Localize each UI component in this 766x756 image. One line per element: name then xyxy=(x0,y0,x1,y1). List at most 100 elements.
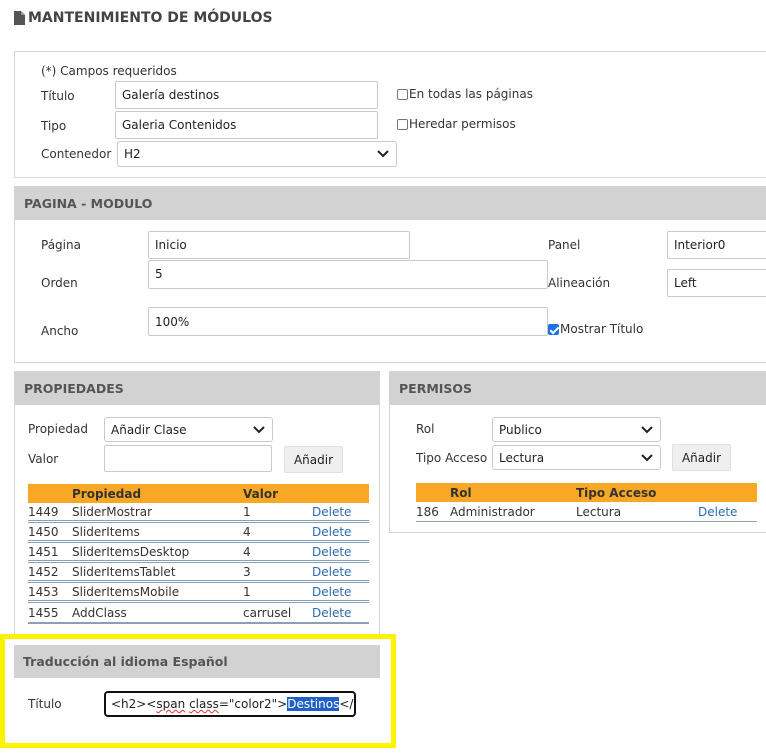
orden-input[interactable]: 5 xyxy=(148,260,548,289)
row-propiedad: AddClass xyxy=(72,606,127,620)
table-row: 1453 SliderItemsMobile 1 Delete xyxy=(28,583,369,603)
row-valor: 3 xyxy=(243,564,251,579)
alineacion-label: Alineación xyxy=(548,276,611,290)
row-valor: carrusel xyxy=(243,606,292,620)
tipo-label: Tipo xyxy=(41,119,67,133)
row-id: 1450 xyxy=(28,524,59,539)
delete-link[interactable]: Delete xyxy=(698,505,737,519)
panel-input[interactable]: Interior0 xyxy=(667,231,766,259)
rol-value: Publico xyxy=(499,422,542,437)
tipo-acceso-select[interactable]: Lectura xyxy=(492,445,661,470)
row-id: 1455 xyxy=(28,606,59,620)
row-tipo-acceso: Lectura xyxy=(576,504,622,519)
traduccion-titulo-input[interactable]: <h2><span class="color2">Destinos</spam xyxy=(104,691,356,717)
row-id: 1453 xyxy=(28,584,59,599)
todas-paginas-checkbox[interactable]: En todas las páginas xyxy=(397,87,533,101)
pagina-label: Página xyxy=(41,238,81,252)
propiedades-header: PROPIEDADES xyxy=(15,372,379,405)
page-title: MANTENIMIENTO DE MÓDULOS xyxy=(14,10,273,26)
rol-label: Rol xyxy=(416,422,435,436)
propiedades-table-header: Propiedad Valor xyxy=(28,484,369,503)
row-valor: 4 xyxy=(243,544,251,559)
row-id: 186 xyxy=(416,504,439,519)
tipo-input[interactable]: Galeria Contenidos xyxy=(115,111,378,139)
contenedor-select[interactable]: H2 xyxy=(117,141,397,167)
chevron-down-icon xyxy=(641,453,653,461)
table-row: 1452 SliderItemsTablet 3 Delete xyxy=(28,563,369,583)
row-id: 1449 xyxy=(28,504,59,519)
row-propiedad: SliderItemsTablet xyxy=(72,564,176,579)
delete-link[interactable]: Delete xyxy=(312,585,351,599)
orden-label: Orden xyxy=(41,276,78,290)
alineacion-input[interactable]: Left xyxy=(667,269,766,297)
propiedad-label: Propiedad xyxy=(28,422,88,436)
permisos-title: PERMISOS xyxy=(399,381,473,396)
delete-link[interactable]: Delete xyxy=(312,565,351,579)
propiedad-add-button[interactable]: Añadir xyxy=(284,446,343,473)
valor-input[interactable] xyxy=(104,445,272,472)
row-valor: 4 xyxy=(243,524,251,539)
code-class: class xyxy=(189,697,219,711)
delete-link[interactable]: Delete xyxy=(312,606,351,620)
row-propiedad: SliderItemsMobile xyxy=(72,584,180,599)
orden-value: 5 xyxy=(155,267,163,281)
ancho-input[interactable]: 100% xyxy=(148,307,548,336)
pagina-input[interactable]: Inicio xyxy=(148,231,410,259)
table-row: 186 Administrador Lectura Delete xyxy=(416,502,757,522)
heredar-permisos-checkbox[interactable]: Heredar permisos xyxy=(397,117,516,131)
permisos-header: PERMISOS xyxy=(390,372,766,405)
rol-select[interactable]: Publico xyxy=(492,417,661,442)
row-propiedad: SliderItems xyxy=(72,524,140,539)
row-propiedad: SliderMostrar xyxy=(72,504,153,519)
mostrar-titulo-checkbox[interactable]: Mostrar Título xyxy=(548,322,643,336)
col-propiedad: Propiedad xyxy=(72,486,142,501)
propiedad-value: Añadir Clase xyxy=(111,422,187,437)
permisos-table-header: Rol Tipo Acceso xyxy=(416,483,757,502)
mostrar-titulo-label: Mostrar Título xyxy=(560,322,644,336)
titulo-input[interactable]: Galería destinos xyxy=(115,81,378,109)
traduccion-titulo-label: Título xyxy=(28,697,62,711)
code-prefix: <h2>< xyxy=(111,697,157,711)
panel-label: Panel xyxy=(548,238,581,252)
table-row: 1450 SliderItems 4 Delete xyxy=(28,523,369,543)
chevron-down-icon xyxy=(641,425,653,433)
ancho-label: Ancho xyxy=(41,324,79,338)
ancho-value: 100% xyxy=(155,315,190,329)
todas-paginas-label: En todas las páginas xyxy=(409,87,533,101)
permiso-add-button[interactable]: Añadir xyxy=(672,444,731,471)
contenedor-label: Contenedor xyxy=(41,147,112,161)
code-span: span xyxy=(156,697,186,711)
required-note: (*) Campos requeridos xyxy=(41,64,177,78)
col-tipo-acceso: Tipo Acceso xyxy=(576,485,657,500)
traduccion-title: Traducción al idioma Español xyxy=(23,654,228,669)
table-row: 1449 SliderMostrar 1 Delete xyxy=(28,503,369,523)
todas-paginas-box[interactable] xyxy=(397,88,408,100)
page-title-text: MANTENIMIENTO DE MÓDULOS xyxy=(28,10,273,26)
delete-link[interactable]: Delete xyxy=(312,525,351,539)
chevron-down-icon xyxy=(253,425,265,433)
chevron-down-icon xyxy=(377,150,389,158)
titulo-label: Título xyxy=(41,89,75,103)
row-rol: Administrador xyxy=(450,504,535,519)
code-mid: ="color2"> xyxy=(218,697,288,711)
delete-link[interactable]: Delete xyxy=(312,545,351,559)
row-id: 1451 xyxy=(28,544,59,559)
row-id: 1452 xyxy=(28,564,59,579)
delete-link[interactable]: Delete xyxy=(312,505,351,519)
propiedad-select[interactable]: Añadir Clase xyxy=(104,417,273,442)
tipo-acceso-value: Lectura xyxy=(499,450,545,465)
document-icon xyxy=(14,11,25,25)
col-valor: Valor xyxy=(243,486,279,501)
table-row: 1455 AddClass carrusel Delete xyxy=(28,604,369,624)
mostrar-titulo-box[interactable] xyxy=(548,323,559,335)
row-propiedad: SliderItemsDesktop xyxy=(72,544,190,559)
valor-label: Valor xyxy=(28,452,59,466)
code-suffix: </spam xyxy=(339,697,354,711)
table-row: 1451 SliderItemsDesktop 4 Delete xyxy=(28,543,369,563)
pagina-modulo-header: PAGINA - MODULO xyxy=(15,187,766,220)
traduccion-header: Traducción al idioma Español xyxy=(14,645,380,678)
contenedor-value: H2 xyxy=(124,147,141,161)
row-valor: 1 xyxy=(243,504,251,519)
heredar-permisos-box[interactable] xyxy=(397,118,408,130)
propiedades-title: PROPIEDADES xyxy=(24,381,124,396)
